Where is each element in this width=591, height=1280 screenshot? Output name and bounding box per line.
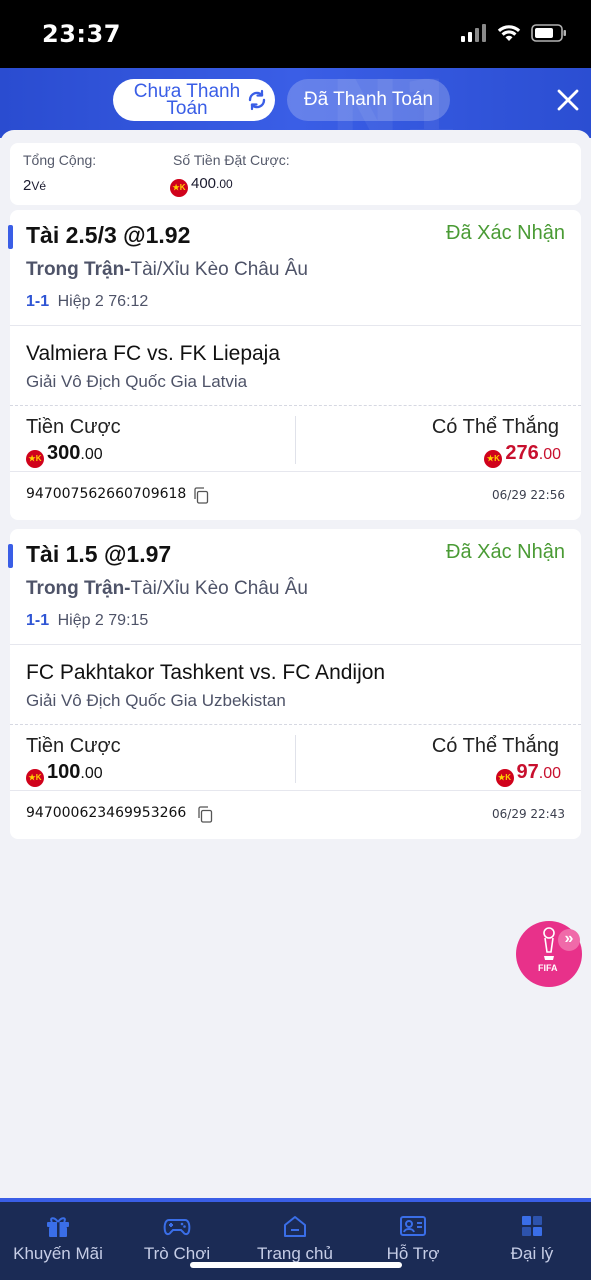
stake-label: Tiền Cược <box>26 416 121 438</box>
nav-agent[interactable]: Đại lý <box>477 1214 587 1264</box>
bet-title: Tài 1.5 @1.97 <box>26 541 172 567</box>
league-name: Giải Vô Địch Quốc Gia Uzbekistan <box>26 691 286 710</box>
home-icon <box>284 1216 306 1237</box>
nav-label: Trang chủ <box>257 1244 333 1263</box>
bet-status: Đã Xác Nhận <box>446 222 565 244</box>
potential-win-value: ★K 276.00 <box>484 442 561 468</box>
total-unit: Vé <box>31 179 47 193</box>
tab-unpaid-label: Chưa Thanh Toán <box>133 81 241 119</box>
nav-home[interactable]: Trang chủ <box>240 1214 350 1264</box>
vnd-currency-icon: ★K <box>170 179 188 197</box>
gamepad-icon <box>163 1219 191 1236</box>
bet-type: Trong Trận-Tài/Xỉu Kèo Châu Âu <box>26 259 308 281</box>
nav-games[interactable]: Trò Chơi <box>122 1214 232 1264</box>
refresh-icon[interactable] <box>245 88 269 112</box>
score: 1-1 <box>26 293 50 310</box>
fifa-promo-button[interactable]: FIFA » <box>516 921 582 987</box>
status-icons <box>461 24 567 42</box>
clock: 79:15 <box>108 612 149 629</box>
support-icon <box>400 1216 426 1236</box>
vnd-currency-icon: ★K <box>495 769 514 787</box>
summary-panel: Tổng Cộng: 2 Vé Số Tiền Đặt Cược: ★K 400… <box>10 143 581 205</box>
ticket-time: 06/29 22:56 <box>492 488 565 502</box>
wifi-icon <box>497 25 521 41</box>
vnd-currency-icon: ★K <box>26 450 44 468</box>
stake-total-value: ★K 400.00 <box>170 175 233 197</box>
tab-paid[interactable]: Đã Thanh Toán <box>287 79 450 121</box>
close-icon[interactable] <box>554 86 582 114</box>
match-name: Valmiera FC vs. FK Liepaja <box>26 342 281 365</box>
stake-divider <box>295 416 296 464</box>
bet-type: Trong Trận-Tài/Xỉu Kèo Châu Âu <box>26 578 308 600</box>
bet-score: 1-1 Hiệp 2 79:15 <box>26 612 148 630</box>
ticket-time: 06/29 22:43 <box>492 807 565 821</box>
bet-status: Đã Xác Nhận <box>446 541 565 563</box>
stake-dec: .00 <box>80 765 103 782</box>
card-accent-bar <box>8 544 13 568</box>
status-bar: 23:37 <box>0 0 591 68</box>
battery-icon <box>531 24 566 42</box>
stake-divider <box>295 735 296 783</box>
copy-icon[interactable] <box>193 487 209 504</box>
agent-icon <box>522 1216 542 1236</box>
nav-label: Khuyến Mãi <box>13 1244 103 1263</box>
fifa-label: FIFA <box>538 963 558 973</box>
header: N1 Chưa Thanh Toán Đã Thanh Toán <box>0 68 591 138</box>
bet-type-live: Trong Trận- <box>26 578 131 599</box>
nav-label: Đại lý <box>510 1244 554 1263</box>
nav-label: Trò Chơi <box>143 1244 211 1263</box>
clock: 76:12 <box>108 293 149 310</box>
status-time: 23:37 <box>42 20 121 48</box>
stake-total-dec: .00 <box>216 177 233 191</box>
stake-value: ★K 300.00 <box>26 442 103 468</box>
content-area: Tổng Cộng: 2 Vé Số Tiền Đặt Cược: ★K 400… <box>0 130 591 1200</box>
total-count: 2 <box>23 177 32 194</box>
potential-win-label: Có Thể Thắng <box>431 416 559 438</box>
home-indicator[interactable] <box>190 1262 402 1268</box>
stake-dec: .00 <box>80 446 103 463</box>
nav-label: Hỗ Trợ <box>386 1244 440 1263</box>
card-accent-bar <box>8 225 13 249</box>
bet-title: Tài 2.5/3 @1.92 <box>26 222 191 248</box>
league-name: Giải Vô Địch Quốc Gia Latvia <box>26 372 248 391</box>
potential-win-label: Có Thể Thắng <box>431 735 559 757</box>
stake-int: 300 <box>47 442 81 464</box>
period: Hiệp 2 <box>57 293 104 310</box>
total-label: Tổng Cộng: <box>23 152 97 168</box>
total-value: 2 Vé <box>23 177 46 194</box>
win-int: 276 <box>505 442 539 464</box>
bet-card[interactable]: Tài 1.5 @1.97 Đã Xác Nhận Trong Trận-Tài… <box>8 529 581 839</box>
gift-icon <box>47 1217 69 1237</box>
period: Hiệp 2 <box>57 612 104 629</box>
match-name: FC Pakhtakor Tashkent vs. FC Andijon <box>26 661 386 684</box>
trophy-icon <box>543 927 555 960</box>
tab-unpaid[interactable]: Chưa Thanh Toán <box>113 79 275 121</box>
bet-type-market: Tài/Xỉu Kèo Châu Âu <box>130 578 308 599</box>
vnd-currency-icon: ★K <box>484 450 503 468</box>
win-int: 97 <box>516 761 539 783</box>
ticket-id: 947007562660709618 <box>26 486 187 502</box>
nav-promotions[interactable]: Khuyến Mãi <box>3 1214 113 1264</box>
nav-support[interactable]: Hỗ Trợ <box>358 1214 468 1264</box>
win-dec: .00 <box>538 765 561 782</box>
stake-int: 100 <box>47 761 81 783</box>
bet-type-live: Trong Trận- <box>26 259 131 280</box>
win-dec: .00 <box>538 446 561 463</box>
stake-value: ★K 100.00 <box>26 761 103 787</box>
bet-type-market: Tài/Xỉu Kèo Châu Âu <box>130 259 308 280</box>
stake-total-label: Số Tiền Đặt Cược: <box>173 152 290 168</box>
bet-score: 1-1 Hiệp 2 76:12 <box>26 293 148 311</box>
ticket-id: 947000623469953266 <box>26 805 187 821</box>
bet-card[interactable]: Tài 2.5/3 @1.92 Đã Xác Nhận Trong Trận-T… <box>8 210 581 520</box>
copy-icon[interactable] <box>197 806 213 823</box>
score: 1-1 <box>26 612 50 629</box>
chevron-right-icon[interactable]: » <box>558 929 580 951</box>
signal-icon <box>461 24 486 42</box>
vnd-currency-icon: ★K <box>26 769 44 787</box>
stake-total-int: 400 <box>191 175 217 192</box>
potential-win-value: ★K 97.00 <box>495 761 561 787</box>
stake-label: Tiền Cược <box>26 735 121 757</box>
